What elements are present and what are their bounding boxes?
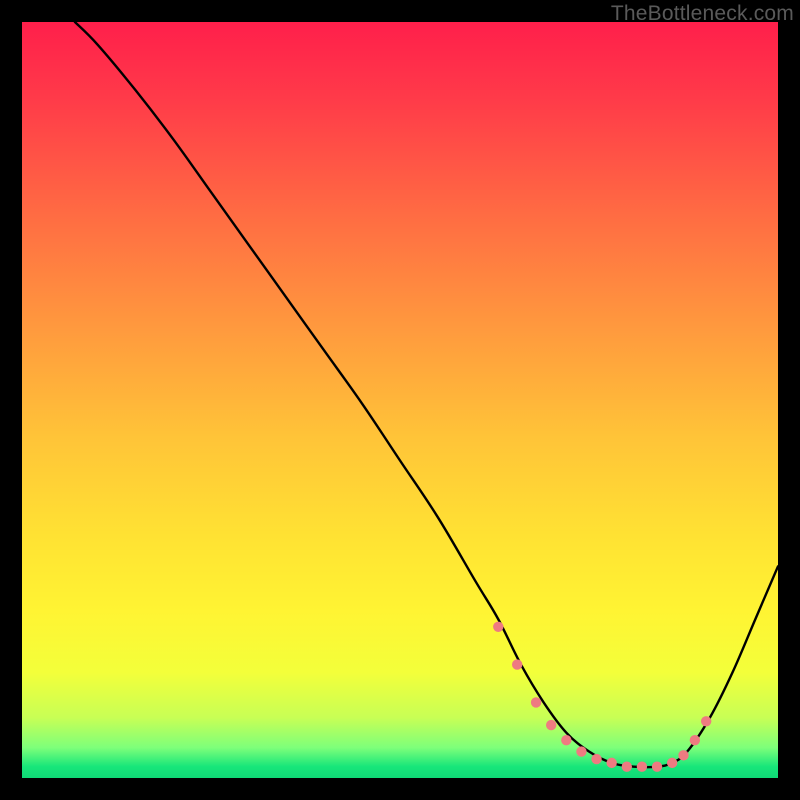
marker-dot (512, 659, 522, 669)
chart-frame: TheBottleneck.com (0, 0, 800, 800)
marker-dot (576, 746, 586, 756)
marker-dot (606, 758, 616, 768)
marker-dot (622, 761, 632, 771)
watermark-text: TheBottleneck.com (611, 2, 794, 26)
bottleneck-curve (75, 22, 778, 767)
marker-dot (637, 761, 647, 771)
marker-dot (531, 697, 541, 707)
marker-dot (561, 735, 571, 745)
marker-dot (690, 735, 700, 745)
plot-area (22, 22, 778, 778)
marker-dot (591, 754, 601, 764)
highlight-markers (493, 622, 711, 772)
marker-dot (678, 750, 688, 760)
marker-dot (652, 761, 662, 771)
marker-dot (701, 716, 711, 726)
marker-dot (493, 622, 503, 632)
marker-dot (667, 758, 677, 768)
marker-dot (546, 720, 556, 730)
curve-layer (22, 22, 778, 778)
